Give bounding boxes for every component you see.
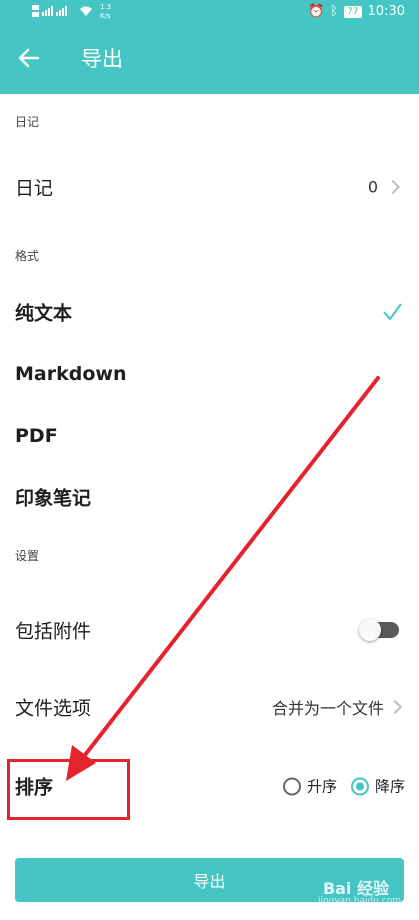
signal-indicators: 1.3 K/s xyxy=(32,3,111,21)
status-bar: 1.3 K/s ⏰ ᛒ 77 10:30 xyxy=(0,0,419,24)
sort-desc-label[interactable]: 降序 xyxy=(375,776,405,797)
include-attachments-toggle[interactable] xyxy=(359,619,399,641)
section-header-settings: 设置 xyxy=(15,549,40,563)
toggle-knob xyxy=(359,619,381,641)
chevron-right-icon xyxy=(385,179,401,195)
sort-asc-radio[interactable] xyxy=(282,777,301,795)
check-icon xyxy=(383,303,402,321)
format-label: 纯文本 xyxy=(15,302,73,325)
clock: 10:30 xyxy=(367,4,405,19)
file-options-label: 文件选项 xyxy=(15,697,92,720)
wifi-icon xyxy=(78,5,94,19)
file-options-value: 合并为一个文件 xyxy=(271,699,384,718)
file-options-row[interactable]: 文件选项 合并为一个文件 xyxy=(0,677,419,737)
sort-radio-group: 升序 降序 xyxy=(282,776,405,797)
signal-icon xyxy=(32,4,72,20)
diary-row-label: 日记 xyxy=(15,177,54,200)
battery-icon: 77 xyxy=(344,5,362,18)
section-header-format: 格式 xyxy=(15,249,40,263)
include-attachments-row: 包括附件 xyxy=(0,600,419,660)
format-option-pdf[interactable]: PDF xyxy=(0,406,419,466)
bluetooth-icon: ᛒ xyxy=(330,4,339,19)
diary-count: 0 xyxy=(367,177,378,197)
format-label: PDF xyxy=(15,425,58,447)
watermark-url: jingyan.baidu.com xyxy=(317,896,401,906)
app-bar: 导出 xyxy=(0,24,419,94)
format-option-markdown[interactable]: Markdown xyxy=(0,344,419,404)
diary-row[interactable]: 日记 0 xyxy=(0,157,419,217)
alarm-icon: ⏰ xyxy=(308,4,325,19)
section-header-diary: 日记 xyxy=(15,115,40,129)
sort-desc-radio[interactable] xyxy=(350,777,369,795)
format-label: Markdown xyxy=(15,363,127,385)
back-arrow-icon[interactable] xyxy=(18,47,40,69)
format-option-plain-text[interactable]: 纯文本 xyxy=(0,282,419,342)
format-option-evernote[interactable]: 印象笔记 xyxy=(0,467,419,527)
annotation-highlight-box xyxy=(7,759,130,820)
chevron-right-icon xyxy=(387,699,403,715)
sort-asc-label[interactable]: 升序 xyxy=(307,776,337,797)
format-label: 印象笔记 xyxy=(15,487,92,510)
status-right: ⏰ ᛒ 77 10:30 xyxy=(308,4,405,19)
include-attachments-label: 包括附件 xyxy=(15,620,92,643)
page-title: 导出 xyxy=(81,47,123,71)
net-speed: 1.3 K/s xyxy=(100,3,112,20)
